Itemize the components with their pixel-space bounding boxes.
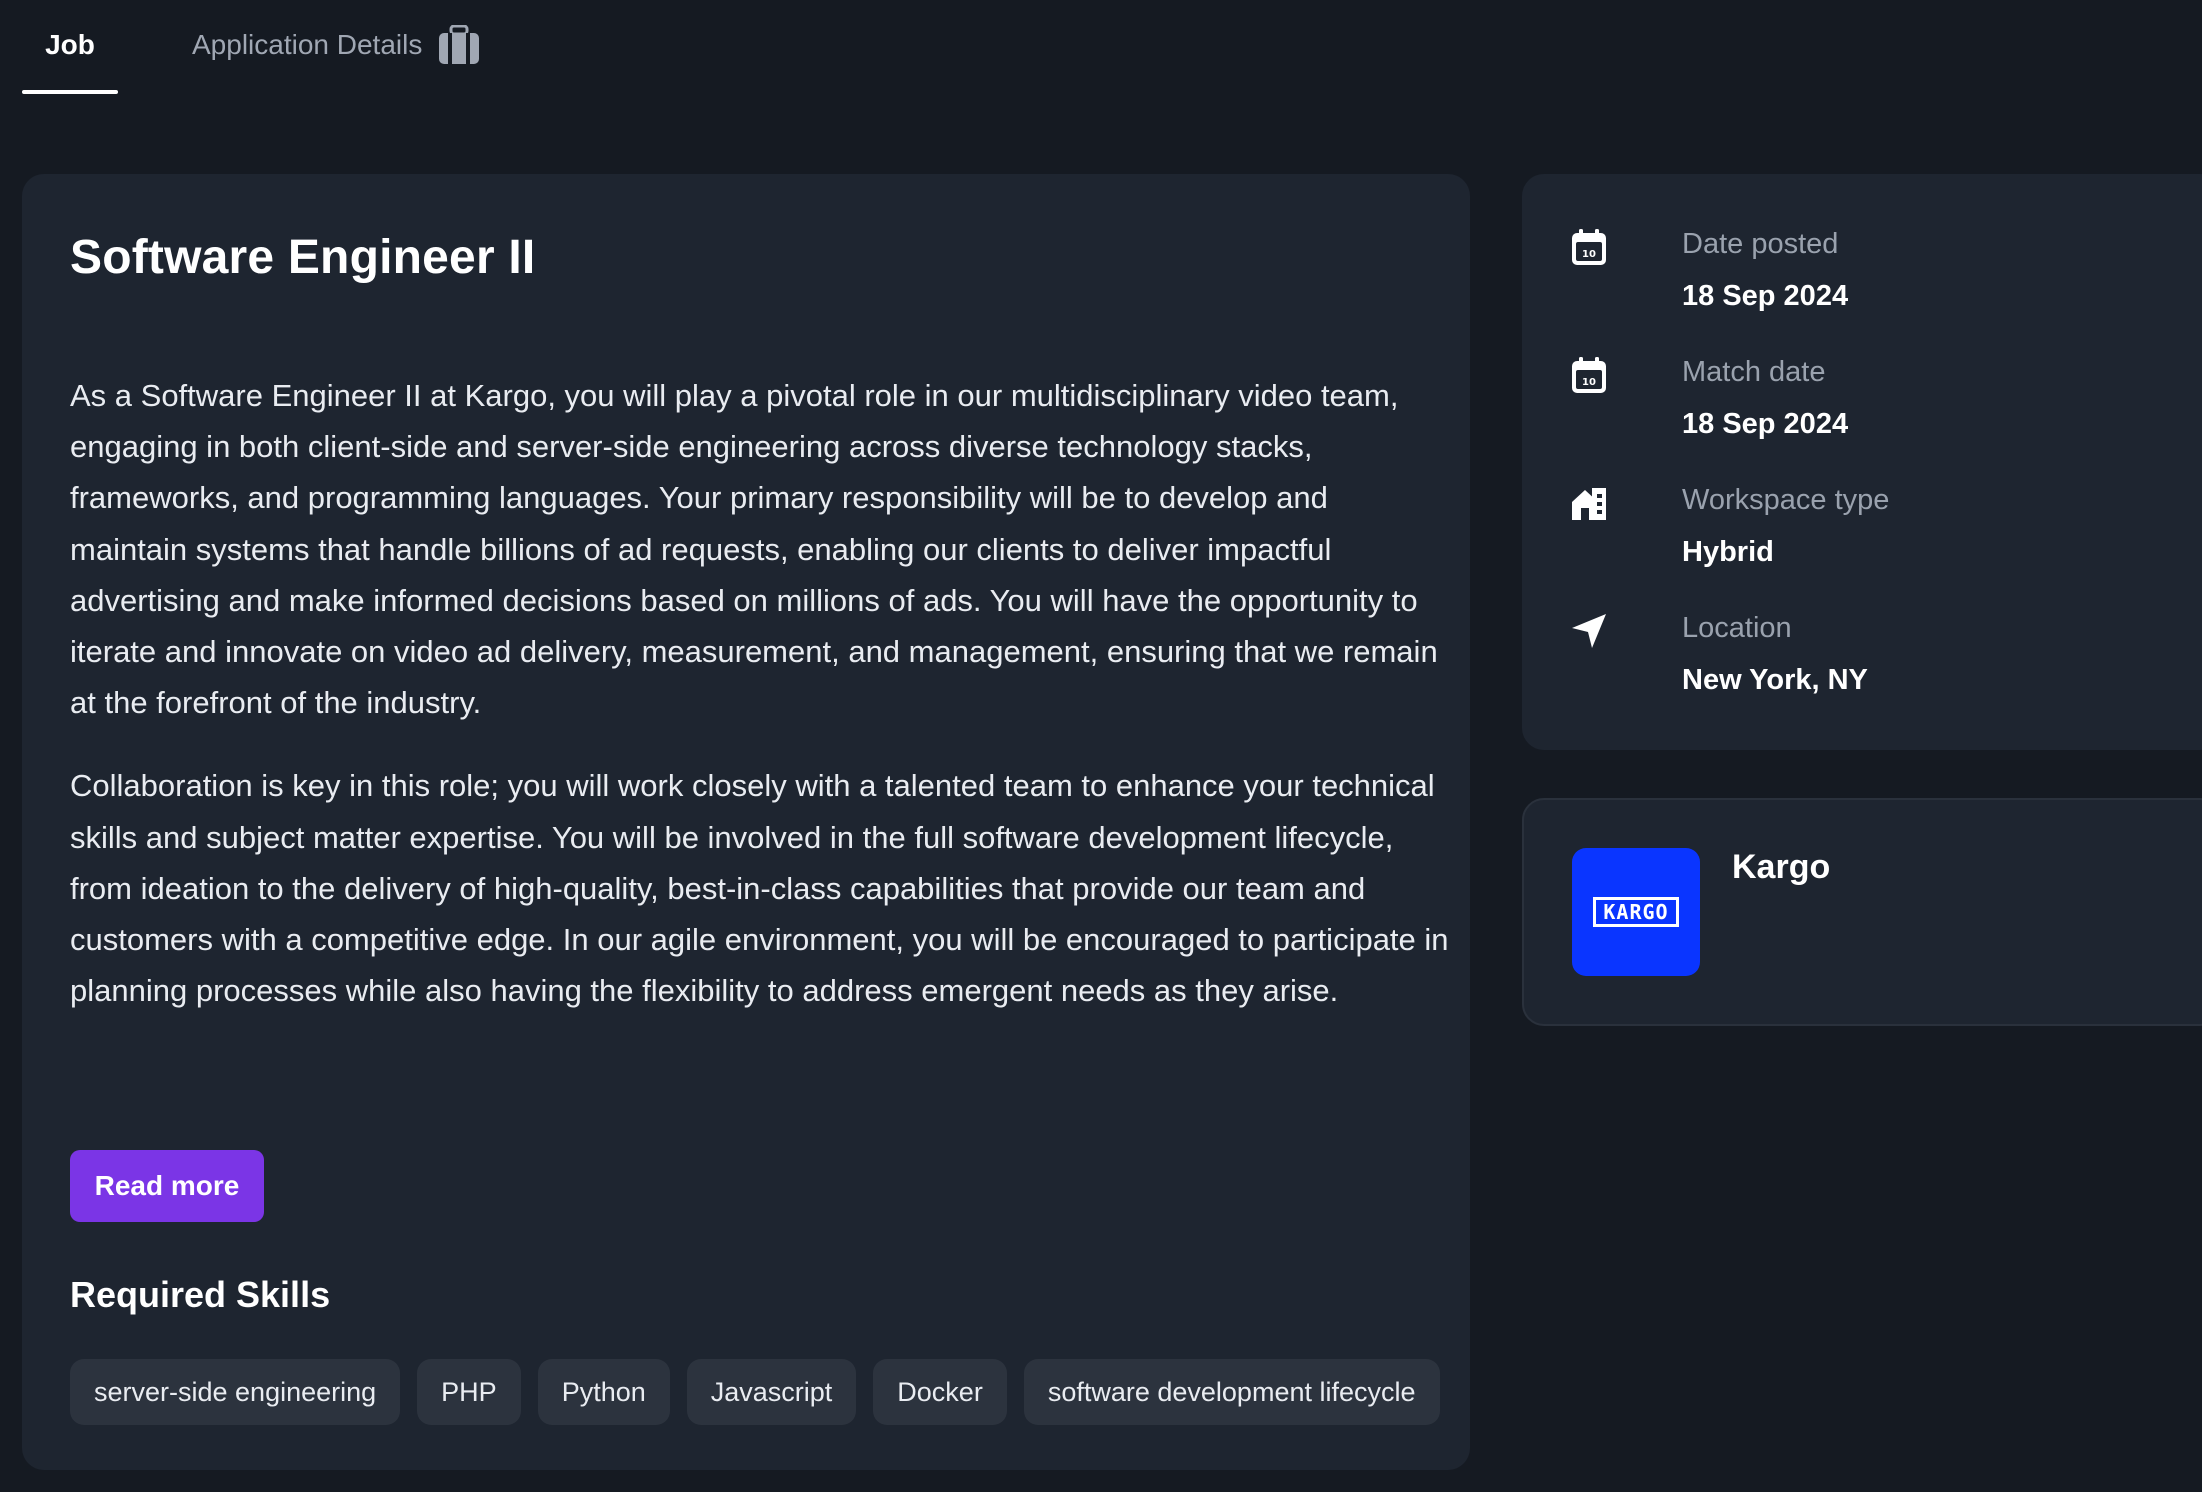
date-posted-value: 18 Sep 2024 [1682, 280, 1849, 312]
workspace-type-value: Hybrid [1682, 536, 1774, 568]
job-title: Software Engineer II [70, 231, 536, 284]
job-info-card: 10 Date posted 18 Sep 2024 10 Match date… [1522, 174, 2202, 750]
match-date-label: Match date [1682, 356, 1826, 388]
job-description: As a Software Engineer II at Kargo, you … [70, 370, 1450, 1016]
tab-application-details-label: Application Details [192, 29, 423, 60]
location-value: New York, NY [1682, 664, 1868, 696]
workspace-type-row: Workspace type Hybrid [1570, 480, 2170, 590]
required-skills-heading: Required Skills [70, 1274, 331, 1315]
skill-chip[interactable]: Javascript [686, 1359, 857, 1425]
tab-job-label: Job [45, 29, 95, 60]
briefcase-icon [438, 25, 480, 65]
workspace-type-label: Workspace type [1682, 484, 1890, 516]
read-more-button[interactable]: Read more [70, 1150, 264, 1222]
calendar-icon: 10 [1570, 228, 1608, 266]
company-card[interactable]: KARGO Kargo [1522, 798, 2202, 1026]
skill-chip[interactable]: Docker [873, 1359, 1007, 1425]
location-row: Location New York, NY [1570, 608, 2170, 718]
building-icon [1570, 484, 1608, 522]
skills-list: server-side engineering PHP Python Javas… [70, 1359, 1448, 1425]
company-name[interactable]: Kargo [1732, 848, 1830, 887]
description-paragraph: Collaboration is key in this role; you w… [70, 768, 1449, 1009]
match-date-row: 10 Match date 18 Sep 2024 [1570, 352, 2170, 462]
job-description-card: Software Engineer II As a Software Engin… [22, 174, 1470, 1470]
svg-text:10: 10 [1582, 249, 1596, 260]
match-date-value: 18 Sep 2024 [1682, 408, 1849, 440]
tab-bar: Job Application Details [22, 0, 480, 96]
location-arrow-icon [1570, 612, 1608, 650]
calendar-icon: 10 [1570, 356, 1608, 394]
skill-chip[interactable]: server-side engineering [70, 1359, 401, 1425]
date-posted-row: 10 Date posted 18 Sep 2024 [1570, 224, 2170, 334]
location-label: Location [1682, 612, 1792, 644]
description-paragraph: As a Software Engineer II at Kargo, you … [70, 378, 1438, 721]
company-logo-mark: KARGO [1593, 897, 1679, 927]
svg-text:10: 10 [1582, 377, 1596, 388]
skill-chip[interactable]: PHP [417, 1359, 521, 1425]
job-page: Job Application Details Software Enginee… [0, 0, 2202, 1492]
tab-application-details[interactable]: Application Details [192, 0, 480, 94]
date-posted-label: Date posted [1682, 228, 1839, 260]
skill-chip[interactable]: Python [537, 1359, 670, 1425]
company-logo: KARGO [1572, 848, 1700, 976]
tab-job[interactable]: Job [22, 0, 118, 94]
skill-chip[interactable]: software development lifecycle [1023, 1359, 1440, 1425]
